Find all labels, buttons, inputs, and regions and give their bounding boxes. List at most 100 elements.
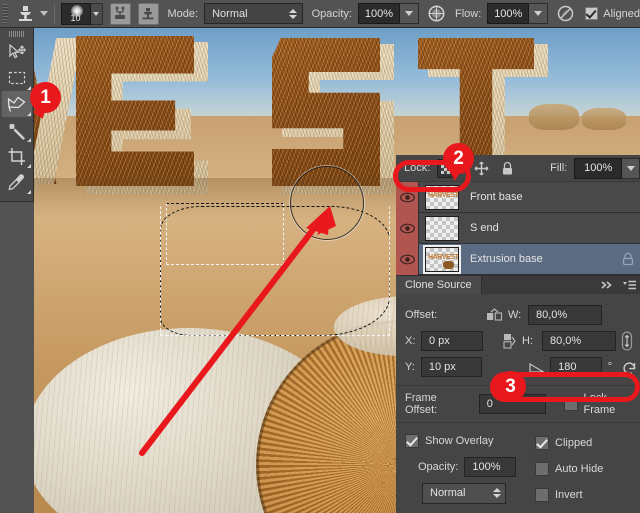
invert-checkbox[interactable]: Invert bbox=[535, 488, 583, 502]
panel-menu-icon[interactable] bbox=[618, 276, 640, 294]
invert-checkbox-box[interactable] bbox=[535, 488, 549, 502]
clone-stamp-icon[interactable] bbox=[14, 3, 36, 25]
clone-width-value: 80,0% bbox=[536, 309, 567, 321]
lock-position-icon[interactable] bbox=[471, 159, 492, 178]
clone-width-input[interactable]: 80,0% bbox=[528, 305, 602, 325]
sidebar-item-crop-tool[interactable] bbox=[2, 143, 32, 169]
magic-wand-flyout-triangle-icon[interactable] bbox=[27, 138, 31, 142]
clone-stamp-brush-circle bbox=[290, 166, 364, 240]
overlay-blend-mode-value: Normal bbox=[430, 487, 465, 499]
layer-name: S end bbox=[470, 222, 616, 234]
double-chevron-right-icon[interactable] bbox=[596, 276, 618, 294]
auto-hide-label: Auto Hide bbox=[555, 463, 603, 475]
callout-badge-1: 1 bbox=[30, 82, 61, 113]
y-offset-input[interactable]: 10 px bbox=[421, 357, 483, 377]
lock-label: Lock: bbox=[404, 162, 430, 174]
clone-height-value: 80,0% bbox=[550, 335, 581, 347]
fill-value: 100% bbox=[584, 162, 612, 174]
fill-chevron-down-icon[interactable] bbox=[622, 158, 640, 179]
table-row[interactable]: HARVEST Extrusion base bbox=[396, 244, 640, 275]
link-dimensions-icon[interactable] bbox=[616, 330, 638, 352]
lasso-flyout-triangle-icon[interactable] bbox=[27, 112, 31, 116]
flip-horizontal-icon[interactable] bbox=[483, 308, 505, 323]
lock-frame-checkbox-box[interactable] bbox=[564, 397, 578, 411]
right-panel-dock: Lock: Fill: 100% bbox=[396, 155, 640, 513]
lock-all-icon[interactable] bbox=[498, 159, 519, 178]
airbrush-icon[interactable] bbox=[427, 3, 446, 25]
blend-mode-select[interactable]: Normal bbox=[204, 3, 303, 24]
lock-frame-checkbox[interactable]: Lock Frame bbox=[564, 392, 640, 416]
y-label: Y: bbox=[405, 361, 421, 373]
divider bbox=[54, 4, 55, 24]
opacity-input[interactable]: 100% bbox=[358, 3, 400, 24]
divider bbox=[396, 422, 640, 423]
layer-visibility-eye-icon[interactable] bbox=[396, 244, 419, 275]
x-offset-row: X: 0 px H: 80,0% bbox=[396, 328, 640, 354]
table-row[interactable]: S end bbox=[396, 213, 640, 244]
fill-label: Fill: bbox=[550, 162, 567, 174]
show-overlay-label: Show Overlay bbox=[425, 435, 493, 447]
tool-preset-chevron-down-icon[interactable] bbox=[40, 11, 48, 16]
y-offset-value: 10 px bbox=[429, 361, 456, 373]
layer-thumbnail[interactable] bbox=[425, 216, 459, 241]
tools-panel-grip[interactable] bbox=[9, 31, 25, 37]
letter-s-front bbox=[272, 38, 380, 186]
layer-thumbnail[interactable]: HARVEST bbox=[425, 247, 459, 272]
clone-angle-value: 180 bbox=[558, 361, 576, 373]
layer-visibility-eye-icon[interactable] bbox=[396, 213, 419, 244]
opacity-chevron-down-icon[interactable] bbox=[400, 3, 419, 24]
sidebar-item-eyedropper-tool[interactable] bbox=[2, 169, 32, 195]
overlay-opacity-input[interactable]: 100% bbox=[464, 457, 516, 477]
sidebar-item-magic-wand-tool[interactable] bbox=[2, 117, 32, 143]
brush-preset-picker-button[interactable] bbox=[91, 3, 103, 25]
show-overlay-checkbox[interactable]: Show Overlay bbox=[405, 434, 493, 448]
x-offset-input[interactable]: 0 px bbox=[421, 331, 483, 351]
distant-bale bbox=[529, 104, 579, 130]
clone-source-icon[interactable] bbox=[138, 3, 159, 25]
offset-row: Offset: W: 80,0% bbox=[396, 302, 640, 328]
options-bar-grip[interactable] bbox=[2, 4, 8, 24]
brush-size-preview[interactable]: 10 bbox=[61, 3, 91, 25]
tabstrip-filler bbox=[482, 276, 596, 294]
callout-badge-2: 2 bbox=[443, 143, 474, 174]
layer-thumbnail-text: HARVEST bbox=[428, 254, 459, 261]
fill-input[interactable]: 100% bbox=[574, 158, 622, 179]
reset-transform-icon[interactable] bbox=[618, 360, 640, 375]
auto-hide-checkbox[interactable]: Auto Hide bbox=[535, 462, 603, 476]
table-row[interactable]: HARVEST Front base bbox=[396, 182, 640, 213]
invert-row: Invert bbox=[526, 482, 636, 508]
clipped-checkbox-box[interactable] bbox=[535, 436, 549, 450]
aligned-checkbox-box[interactable] bbox=[585, 7, 598, 20]
aligned-checkbox[interactable]: Aligned bbox=[585, 7, 640, 20]
flow-input[interactable]: 100% bbox=[487, 3, 529, 24]
overlay-blend-stepper-icon[interactable] bbox=[492, 486, 501, 500]
tool-options-bar: 10 Mode: Normal bbox=[0, 0, 640, 28]
layer-name: Front base bbox=[470, 191, 616, 203]
sidebar-item-marquee-tool[interactable] bbox=[2, 65, 32, 91]
tab-clone-source[interactable]: Clone Source bbox=[396, 276, 482, 294]
clipped-checkbox[interactable]: Clipped bbox=[535, 436, 592, 450]
eyedropper-flyout-triangle-icon[interactable] bbox=[27, 190, 31, 194]
overlay-blend-mode-select[interactable]: Normal bbox=[422, 483, 506, 504]
layer-thumbnail-text: HARVEST bbox=[428, 192, 459, 199]
clone-angle-input[interactable]: 180 bbox=[550, 357, 602, 377]
tablet-pressure-icon[interactable] bbox=[556, 3, 575, 25]
tab-clone-source-label: Clone Source bbox=[405, 279, 472, 291]
marquee-flyout-triangle-icon[interactable] bbox=[27, 86, 31, 90]
flow-chevron-down-icon[interactable] bbox=[529, 3, 548, 24]
height-label: H: bbox=[522, 335, 542, 347]
blend-mode-stepper-icon[interactable] bbox=[289, 7, 298, 21]
callout-badge-3: 3 bbox=[495, 371, 526, 402]
flow-label: Flow: bbox=[455, 8, 481, 20]
show-overlay-checkbox-box[interactable] bbox=[405, 434, 419, 448]
crop-flyout-triangle-icon[interactable] bbox=[27, 164, 31, 168]
sidebar-item-move-tool[interactable] bbox=[2, 39, 32, 65]
flip-vertical-icon[interactable] bbox=[497, 333, 519, 349]
auto-hide-checkbox-box[interactable] bbox=[535, 462, 549, 476]
layer-thumbnail[interactable]: HARVEST bbox=[425, 185, 459, 210]
layer-visibility-eye-icon[interactable] bbox=[396, 182, 419, 213]
sidebar-item-lasso-tool[interactable] bbox=[2, 91, 32, 117]
brush-panel-icon[interactable] bbox=[110, 3, 131, 25]
overlay-opacity-row: Opacity: 100% bbox=[396, 454, 526, 480]
clone-height-input[interactable]: 80,0% bbox=[542, 331, 616, 351]
